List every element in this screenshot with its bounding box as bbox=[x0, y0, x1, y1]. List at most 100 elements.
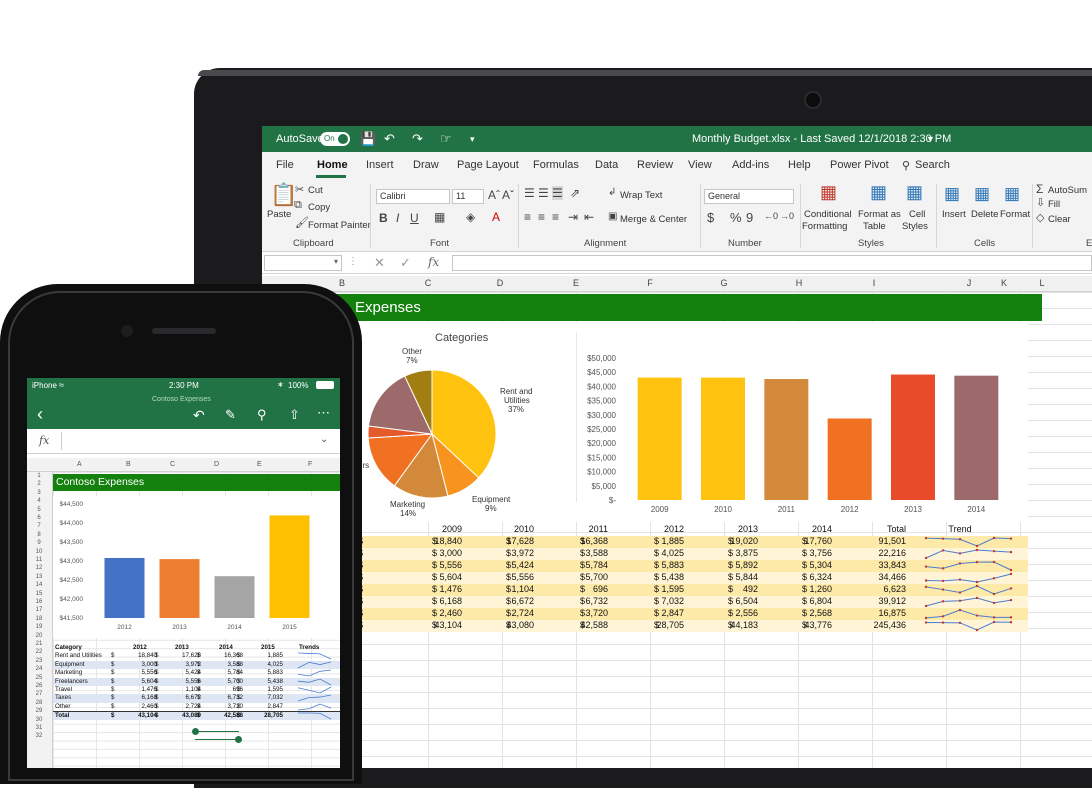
cut-button[interactable]: Cut bbox=[308, 185, 323, 196]
table-row[interactable]: $43,104$43,080$42,588$28,705$44,183$43,7… bbox=[358, 620, 1028, 632]
top-align-icon[interactable]: ☰ bbox=[524, 186, 535, 200]
conditional-formatting-button[interactable]: Conditional bbox=[804, 209, 852, 220]
table-row[interactable]: $3,000$3,972$3,588$4,025$3,875$3,756$22,… bbox=[358, 548, 1028, 560]
tab-draw[interactable]: Draw bbox=[413, 159, 439, 171]
phone-col-a[interactable]: A bbox=[77, 461, 82, 468]
enter-icon[interactable]: ✓ bbox=[400, 255, 411, 271]
name-box-dropdown-icon[interactable]: ▾ bbox=[334, 257, 338, 266]
tab-search[interactable]: Search bbox=[915, 159, 950, 171]
phone-bar-2012[interactable] bbox=[104, 557, 145, 618]
clear-icon[interactable]: ◇ bbox=[1036, 211, 1044, 224]
indent-icon[interactable]: ⇥ bbox=[568, 210, 578, 224]
conditional-formatting-icon[interactable]: ▦ bbox=[820, 182, 837, 203]
phone-col-f[interactable]: F bbox=[308, 461, 312, 468]
font-name-combo[interactable]: Calibri bbox=[376, 189, 450, 204]
chart-area[interactable]: Categories Other 7% Rent and Utilities 3… bbox=[358, 322, 1028, 522]
column-header-e[interactable]: E bbox=[536, 278, 616, 288]
tab-insert[interactable]: Insert bbox=[366, 159, 394, 171]
tab-data[interactable]: Data bbox=[595, 159, 618, 171]
bar-chart[interactable]: $50,000 $45,000 $40,000 $35,000 $30,000 $25,0… bbox=[578, 322, 1028, 522]
autosum-button[interactable]: AutoSum bbox=[1048, 185, 1087, 196]
phone-col-e[interactable]: E bbox=[257, 461, 262, 468]
insert-cells-button[interactable]: Insert bbox=[942, 209, 966, 220]
format-as-table-button-line2[interactable]: Table bbox=[863, 221, 886, 232]
redo-icon[interactable]: ↷ bbox=[412, 131, 423, 147]
selection-handle-start[interactable] bbox=[192, 728, 199, 735]
table-row[interactable]: s$18,840$17,628$16,368$1,885$19,020$17,7… bbox=[352, 536, 1028, 548]
italic-icon[interactable]: I bbox=[396, 211, 399, 225]
phone-table-row[interactable]: Rent and Utilities $18,840 $17,628 $16,368 $… bbox=[53, 652, 340, 660]
save-icon[interactable]: 💾 bbox=[360, 131, 376, 147]
phone-table-row[interactable]: Equipment $3,000 $3,972 $3,588 $4,025 bbox=[53, 660, 340, 670]
bar-2014[interactable] bbox=[954, 375, 999, 500]
column-header-l[interactable]: L bbox=[1032, 278, 1052, 288]
function-icon[interactable]: fx bbox=[39, 434, 49, 447]
column-header-f[interactable]: F bbox=[610, 278, 690, 288]
draw-icon[interactable]: ✎ bbox=[225, 407, 236, 423]
decrease-decimal-icon[interactable]: →0 bbox=[780, 211, 794, 221]
cancel-icon[interactable]: ✕ bbox=[374, 255, 385, 271]
phone-table-row[interactable]: Freelancers $5,604 $5,556 $5,700 $5,438 bbox=[53, 677, 340, 686]
phone-table-row[interactable]: Other $2,460 $2,724 $3,720 $2,847 bbox=[53, 703, 340, 711]
font-size-combo[interactable]: 11 bbox=[452, 189, 484, 204]
phone-table-row[interactable]: Taxes $6,168 $6,672 $6,732 $7,032 bbox=[53, 694, 340, 703]
cell-styles-icon[interactable]: ▦ bbox=[906, 182, 923, 203]
sheet-title-banner[interactable]: Expenses bbox=[262, 294, 1042, 321]
percent-icon[interactable]: % bbox=[730, 210, 742, 225]
format-painter-icon[interactable]: 🖌 bbox=[295, 216, 309, 229]
insert-cells-icon[interactable]: ▦ bbox=[944, 184, 960, 204]
customize-toolbar-icon[interactable]: ▾ bbox=[470, 134, 475, 145]
bar-2013[interactable] bbox=[891, 374, 935, 500]
phone-col-c[interactable]: C bbox=[170, 461, 175, 468]
phone-table-row[interactable]: Marketing $5,556 $5,424 $5,784 $5,883 bbox=[53, 669, 340, 677]
column-header-i[interactable]: I bbox=[834, 278, 914, 288]
fill-button[interactable]: Fill bbox=[1048, 199, 1060, 210]
bar-2011[interactable] bbox=[764, 379, 809, 500]
format-as-table-button[interactable]: Format as bbox=[858, 209, 901, 220]
number-format-combo[interactable]: General bbox=[704, 189, 794, 204]
tab-help[interactable]: Help bbox=[788, 159, 811, 171]
share-icon[interactable]: ⇧ bbox=[289, 407, 300, 423]
format-as-table-icon[interactable]: ▦ bbox=[870, 182, 887, 203]
phone-col-d[interactable]: D bbox=[214, 461, 219, 468]
increase-decimal-icon[interactable]: ←0 bbox=[764, 211, 778, 221]
tab-page-layout[interactable]: Page Layout bbox=[457, 159, 519, 171]
tab-formulas[interactable]: Formulas bbox=[533, 159, 579, 171]
currency-icon[interactable]: $ bbox=[707, 210, 714, 225]
cell-styles-button[interactable]: Cell bbox=[909, 209, 925, 220]
phone-bar-2014[interactable] bbox=[214, 576, 255, 618]
table-row[interactable]: $1,476$1,104$696$1,595$492$1,260$6,623 bbox=[358, 584, 1028, 596]
column-header-g[interactable]: G bbox=[684, 278, 764, 288]
merge-center-button[interactable]: Merge & Center bbox=[620, 214, 687, 225]
comma-icon[interactable]: 9 bbox=[746, 210, 753, 225]
middle-align-icon[interactable]: ☰ bbox=[538, 186, 549, 200]
align-left-icon[interactable]: ≡ bbox=[524, 210, 531, 224]
phone-bar-2013[interactable] bbox=[159, 559, 200, 618]
table-row[interactable]: $5,556$5,424$5,784$5,883$5,892$5,304$33,… bbox=[358, 560, 1028, 572]
phone-table-row[interactable]: Travel $1,476 $1,104 $696 $1,595 bbox=[53, 686, 340, 694]
table-row[interactable]: $2,460$2,724$3,720$2,847$2,556$2,568$16,… bbox=[358, 608, 1028, 620]
table-row[interactable]: $5,604$5,556$5,700$5,438$5,844$6,324$34,… bbox=[358, 572, 1028, 584]
formula-input[interactable] bbox=[452, 255, 1092, 271]
tab-add-ins[interactable]: Add-ins bbox=[732, 159, 769, 171]
bar-2009[interactable] bbox=[637, 377, 682, 500]
undo-icon[interactable]: ↶ bbox=[384, 131, 395, 147]
bold-icon[interactable]: B bbox=[379, 211, 388, 225]
selection-handle-end[interactable] bbox=[235, 736, 242, 743]
phone-table-row[interactable]: Total $43,104 $43,080 $42,588 $28,705 bbox=[53, 711, 340, 720]
chevron-down-icon[interactable]: ⌄ bbox=[320, 434, 328, 445]
wrap-text-button[interactable]: Wrap Text bbox=[620, 190, 662, 201]
bottom-align-icon[interactable]: ☰ bbox=[552, 186, 563, 200]
align-center-icon[interactable]: ≡ bbox=[538, 210, 545, 224]
touch-mode-icon[interactable]: ☞ bbox=[440, 131, 452, 147]
column-header-d[interactable]: D bbox=[460, 278, 540, 288]
paste-button[interactable]: Paste bbox=[267, 209, 291, 220]
more-icon[interactable]: ⋯ bbox=[317, 405, 330, 421]
tab-review[interactable]: Review bbox=[637, 159, 673, 171]
autosave-toggle[interactable]: On bbox=[320, 132, 350, 146]
phone-bar-chart[interactable]: $44,500 $44,000 $43,500 $43,000 $42,500 $42,0… bbox=[53, 496, 340, 638]
format-cells-icon[interactable]: ▦ bbox=[1004, 184, 1020, 204]
phone-col-b[interactable]: B bbox=[126, 461, 131, 468]
merge-center-icon[interactable]: ▣ bbox=[608, 211, 617, 222]
shrink-font-icon[interactable]: Aˇ bbox=[502, 188, 514, 202]
